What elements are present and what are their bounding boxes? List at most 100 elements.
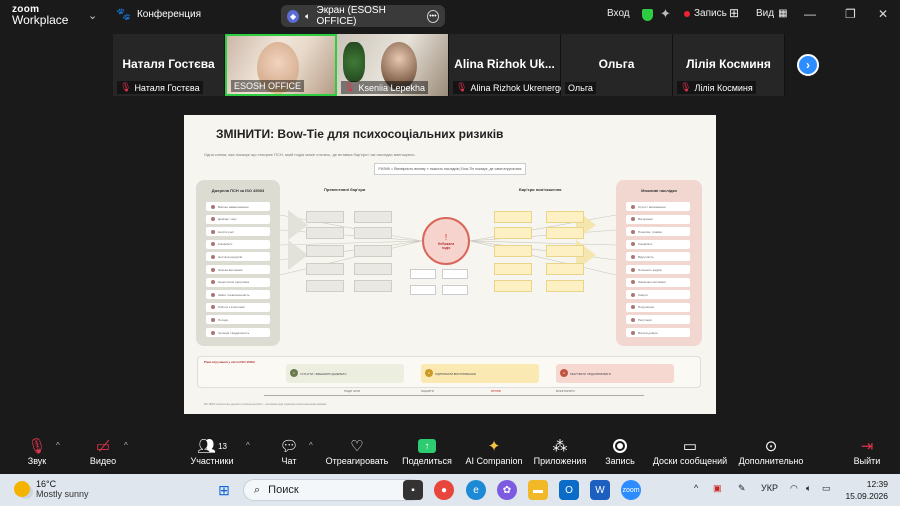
apps-label: Приложения bbox=[533, 456, 587, 466]
security-shield-icon[interactable] bbox=[642, 9, 653, 21]
title-bar: zoom Workplace ⌄ 🐾 Конференция ◆ 🔈︎ Экра… bbox=[0, 0, 900, 32]
chat-button[interactable]: 💬︎ Чат bbox=[276, 436, 302, 466]
share-button[interactable]: ↑ Поделиться bbox=[401, 436, 453, 466]
video-off-icon: ▭̸ bbox=[95, 438, 111, 455]
file-explorer-icon[interactable]: ▬ bbox=[528, 480, 548, 500]
participants-label: Участники bbox=[190, 456, 234, 466]
taskbar-search-box[interactable]: ⌕ Поиск bbox=[243, 479, 423, 501]
screen-share-pill[interactable]: ◆ 🔈︎ Экран (ESOSH OFFICE) ••• bbox=[281, 5, 445, 27]
ai-companion-button[interactable]: ✦ AI Companion bbox=[464, 436, 524, 466]
trigger-box bbox=[442, 285, 468, 295]
mic-off-icon: 🎙︎ bbox=[456, 82, 468, 92]
weather-temp: 16°C bbox=[36, 479, 57, 489]
preventive-barrier bbox=[306, 211, 344, 223]
consequence-item: Втрата довіри bbox=[626, 328, 690, 337]
zoom-taskbar-icon[interactable]: zoom bbox=[621, 480, 641, 500]
meeting-info-button[interactable]: 🐾 Конференция bbox=[116, 7, 201, 21]
preventive-barrier bbox=[354, 263, 392, 275]
tray-app-icon[interactable]: ▣ bbox=[713, 483, 722, 494]
warning-icon: ! bbox=[444, 232, 448, 242]
participant-tile[interactable]: 🎙︎ Kseniia Lepekha bbox=[337, 34, 449, 96]
whiteboard-icon: ▭ bbox=[682, 438, 698, 455]
close-icon[interactable]: ✕ bbox=[878, 7, 888, 21]
restore-icon[interactable]: ❐ bbox=[845, 7, 856, 21]
chevron-down-icon[interactable]: ⌄ bbox=[88, 9, 97, 22]
apps-button[interactable]: ⁂ Приложения bbox=[532, 436, 588, 466]
slide-formula: РИЗИК = Ймовірність впливу × тяжкість на… bbox=[374, 163, 526, 175]
recovery-barrier bbox=[494, 211, 532, 223]
minimize-icon[interactable]: — bbox=[804, 7, 816, 21]
video-button[interactable]: ▭̸ Видео bbox=[86, 436, 120, 466]
participants-options-caret-icon[interactable]: ^ bbox=[246, 441, 250, 450]
edge-icon[interactable]: e bbox=[466, 480, 486, 500]
task-view-icon[interactable]: ▪ bbox=[403, 480, 423, 500]
record-dot-icon bbox=[684, 10, 690, 17]
language-indicator[interactable]: УКР bbox=[761, 483, 778, 493]
preventive-barrier bbox=[306, 263, 344, 275]
windows-start-icon[interactable]: ⊞ bbox=[214, 480, 234, 500]
weather-widget[interactable]: 16°C Mostly sunny bbox=[14, 479, 89, 499]
source-item: Робота з клієнтами bbox=[206, 302, 270, 312]
leave-button[interactable]: ⇥ Выйти bbox=[852, 436, 882, 466]
mic-off-icon: 🎙︎ bbox=[344, 82, 356, 92]
preventive-barriers-title: Превентивні бар'єри bbox=[324, 187, 366, 192]
participant-tile[interactable]: Alina Rizhok Uk... 🎙︎ Alina Rizhok Ukrene… bbox=[449, 34, 568, 96]
chat-label: Чат bbox=[281, 456, 297, 466]
participant-tile-active[interactable]: ESOSH OFFICE bbox=[225, 34, 337, 96]
join-button[interactable]: Вход bbox=[607, 8, 630, 19]
preventive-barrier bbox=[306, 245, 344, 257]
record-button[interactable]: Запись bbox=[602, 436, 638, 466]
tray-chevron-icon[interactable]: ^ bbox=[694, 483, 698, 493]
audio-options-caret-icon[interactable]: ^ bbox=[56, 441, 60, 450]
preventive-barrier bbox=[354, 280, 392, 292]
record-icon bbox=[602, 436, 638, 456]
preventive-barrier bbox=[354, 227, 392, 239]
participants-button[interactable]: 👥︎ 13 Участники bbox=[188, 436, 236, 466]
timeline-label: ОЦІНИТИ bbox=[421, 389, 434, 393]
participants-icon: 👥︎ 13 bbox=[197, 438, 227, 455]
chat-options-caret-icon[interactable]: ^ bbox=[309, 441, 313, 450]
recovery-barriers-title: Бар'єри пом'якшення bbox=[519, 187, 562, 192]
participant-tile[interactable]: Наталя Гостєва 🎙︎ Наталя Гостєва bbox=[113, 34, 225, 96]
whiteboards-button[interactable]: ▭ Доски сообщений bbox=[651, 436, 729, 466]
wifi-icon[interactable]: ◠ bbox=[790, 483, 798, 494]
consequence-item: Відсутність bbox=[626, 252, 690, 262]
participant-tile[interactable]: Лілія Косминя 🎙︎ Лілія Косминя bbox=[673, 34, 785, 96]
outlook-icon[interactable]: O bbox=[559, 480, 579, 500]
preventive-barrier bbox=[354, 211, 392, 223]
record-indicator[interactable]: Запись bbox=[684, 8, 727, 19]
next-page-button[interactable]: › bbox=[797, 54, 819, 76]
react-button[interactable]: ♡ Отреагировать bbox=[324, 436, 390, 466]
participant-tile[interactable]: Ольга Ольга bbox=[561, 34, 673, 96]
chrome-icon[interactable]: ● bbox=[434, 480, 454, 500]
more-button[interactable]: ⊙ Дополнительно bbox=[736, 436, 806, 466]
record-label: Запись bbox=[694, 8, 727, 19]
battery-icon[interactable]: ▭ bbox=[822, 483, 831, 494]
preventive-barrier bbox=[354, 245, 392, 257]
participant-big-name: Наталя Гостєва bbox=[122, 57, 215, 71]
video-label: Видео bbox=[89, 456, 117, 466]
leave-icon: ⇥ bbox=[860, 438, 874, 455]
source-item: Ізоляція / віддаленість bbox=[206, 328, 270, 337]
video-options-caret-icon[interactable]: ^ bbox=[124, 441, 128, 450]
pen-icon[interactable]: ✎ bbox=[738, 483, 746, 494]
record-button-label: Запись bbox=[605, 456, 635, 466]
preventive-barrier bbox=[306, 227, 344, 239]
mute-button[interactable]: 🎙︎ Звук bbox=[22, 436, 52, 466]
zoom-logo: zoom Workplace bbox=[12, 4, 82, 26]
ai-label: AI Companion bbox=[465, 456, 523, 466]
plant-image bbox=[343, 42, 365, 82]
card-label: ПІДТРИМАТИ ВИСТОЮВАННЯ bbox=[435, 371, 476, 376]
timeline-line bbox=[264, 395, 644, 396]
word-icon[interactable]: W bbox=[590, 480, 610, 500]
volume-icon[interactable]: 🔈︎ bbox=[806, 483, 811, 494]
view-button[interactable]: Вид ▦ bbox=[756, 8, 788, 19]
participant-name: 🎙︎ Kseniia Lepekha bbox=[341, 81, 428, 94]
taskbar-clock[interactable]: 12:39 15.09.2026 bbox=[838, 478, 888, 502]
copilot-icon[interactable]: ✿ bbox=[497, 480, 517, 500]
ai-sparkle-icon[interactable]: ✦ bbox=[660, 6, 671, 22]
more-options-icon[interactable]: ••• bbox=[426, 9, 439, 23]
timeline-label: ПОДИ ЧАТИ bbox=[344, 389, 361, 393]
join-label: Вход bbox=[607, 8, 630, 19]
grid-icon[interactable]: ⊞ bbox=[729, 6, 739, 20]
